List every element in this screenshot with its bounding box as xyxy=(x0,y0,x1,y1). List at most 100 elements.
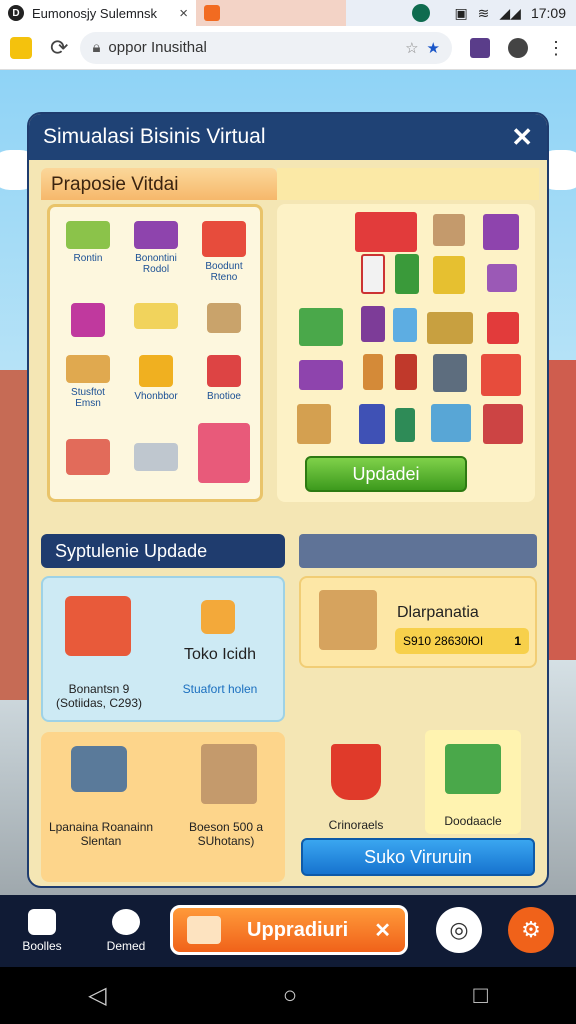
lock-icon: 🔒︎ xyxy=(92,39,101,56)
item-grid: Rontin Bonontini Rodol Boodunt Rteno Stu… xyxy=(47,204,263,502)
tab-close-icon[interactable]: × xyxy=(179,5,188,22)
notification-icon: ▣ xyxy=(454,4,468,21)
kiosk-icon xyxy=(483,214,519,250)
book-icon xyxy=(134,303,178,329)
grid-item[interactable]: Bonontini Rodol xyxy=(126,221,186,275)
grid-item[interactable] xyxy=(194,303,254,337)
browser-tab-bar: D Eumonosjy Sulemnsk × ▣ ≋ ◢◢ 17:09 xyxy=(0,0,576,26)
omnibox[interactable]: 🔒︎ oppor Inusithal ☆ ★ xyxy=(80,31,452,64)
register-box-icon xyxy=(65,596,131,656)
wifi-icon: ≋ xyxy=(477,4,490,21)
url-bar: ⟳ 🔒︎ oppor Inusithal ☆ ★ ⋮ xyxy=(0,26,576,70)
section-bar xyxy=(277,168,539,200)
bottle-icon xyxy=(363,354,383,390)
extension-icon[interactable] xyxy=(470,37,490,58)
booth-icon xyxy=(483,404,523,444)
simulation-panel: Simualasi Bisinis Virtual ✕ Praposie Vit… xyxy=(27,112,549,888)
market-stand-icon xyxy=(431,404,471,442)
grid-item[interactable]: Stusftot Emsn xyxy=(58,355,118,409)
browser-tab[interactable]: D Eumonosjy Sulemnsk × xyxy=(0,0,196,26)
panel-close-button[interactable]: ✕ xyxy=(511,122,533,153)
vending-icon xyxy=(433,256,465,294)
browser-tab-2[interactable] xyxy=(196,0,346,26)
basket-label: Doodaacle xyxy=(444,814,502,828)
grid-item[interactable] xyxy=(58,303,118,341)
jar-icon xyxy=(361,306,385,342)
scale-icon xyxy=(66,355,110,383)
back-icon[interactable]: ◁ xyxy=(88,981,106,1010)
shelf-icon xyxy=(395,254,419,294)
nav-item-2[interactable]: Demed xyxy=(84,909,168,953)
bag-icon xyxy=(71,303,105,337)
reload-icon[interactable]: ⟳ xyxy=(50,35,68,61)
nav-item-2-label: Demed xyxy=(106,939,146,953)
clock-text: 17:09 xyxy=(530,5,566,21)
panel-title: Simualasi Bisinis Virtual xyxy=(43,125,266,148)
grid-item[interactable] xyxy=(126,443,186,475)
store-button[interactable]: Suko Viruruin xyxy=(301,838,535,876)
fruit-bucket-icon xyxy=(331,744,381,800)
grid-item-label: Rontin xyxy=(73,253,103,264)
section-title-proposal: Praposie Vitdai xyxy=(41,168,277,200)
home-circle-icon[interactable]: ○ xyxy=(283,982,298,1010)
cash-box-icon xyxy=(299,360,343,390)
basket-icon xyxy=(299,308,343,346)
settings-button[interactable]: ⚙ xyxy=(508,907,554,953)
gift-icon xyxy=(487,312,519,344)
recents-icon[interactable]: □ xyxy=(473,982,488,1010)
grid-item-label: Stusftot Emsn xyxy=(71,387,105,409)
package-icon xyxy=(487,264,517,292)
box-icon xyxy=(66,221,110,249)
basket-card[interactable]: Doodaacle xyxy=(425,730,521,834)
section-bar-2 xyxy=(299,534,537,568)
coupon-icon xyxy=(187,916,221,944)
store-label: Bonantsn 9 (Sotiidas, C293) xyxy=(55,682,143,710)
grid-item[interactable]: Boodunt Rteno xyxy=(194,221,254,283)
bottom-toolbar: Boolles Demed Uppradiuri ✕ ◎ ⚙ xyxy=(0,895,576,967)
signal-icon: ◢◢ xyxy=(499,4,521,21)
store-link[interactable]: Stuafort holen xyxy=(165,682,275,696)
home-icon[interactable] xyxy=(10,36,32,59)
grid-item[interactable] xyxy=(194,423,254,487)
basket-icon xyxy=(445,744,501,794)
bookmark-icon[interactable]: ★ xyxy=(427,39,440,57)
balance-value: S910 28630ЮI xyxy=(403,634,484,648)
upgrade-item-2: Boeson 500 a SUhotans) xyxy=(188,820,264,848)
balance-value-box: S910 28630ЮI 1 xyxy=(395,628,529,654)
menu-icon[interactable]: ⋮ xyxy=(546,38,566,58)
update-button[interactable]: Updadei xyxy=(305,456,467,492)
tab-favicon-icon: D xyxy=(8,5,24,21)
fruit-label: Crinoraels xyxy=(328,818,384,832)
url-text[interactable]: oppor Inusithal xyxy=(108,39,405,56)
box-nav-icon xyxy=(28,909,56,935)
store-title: Toko Icidh xyxy=(183,646,257,663)
product-box-icon xyxy=(139,355,173,387)
upgrade-close-icon[interactable]: ✕ xyxy=(374,918,391,943)
account-icon[interactable] xyxy=(508,37,528,58)
shield-bag-icon xyxy=(359,404,385,444)
grid-item[interactable] xyxy=(58,439,118,479)
upgrade-label: Uppradiuri xyxy=(247,918,349,941)
grid-item[interactable]: Bnotioe xyxy=(194,355,254,402)
plant-box-icon xyxy=(207,355,241,387)
register-icon xyxy=(134,221,178,249)
phone-icon xyxy=(393,308,417,342)
star-icon[interactable]: ☆ xyxy=(405,39,418,57)
store-card[interactable]: Toko Icidh Bonantsn 9 (Sotiidas, C293) S… xyxy=(41,576,285,722)
grid-item-label: Bonontini Rodol xyxy=(135,253,177,275)
grid-item-label: Bnotioe xyxy=(207,391,241,402)
compass-button[interactable]: ◎ xyxy=(436,907,482,953)
grid-item[interactable]: Vhonbbor xyxy=(126,355,186,402)
upgrade-button[interactable]: Uppradiuri ✕ xyxy=(170,905,408,955)
game-scene: Simualasi Bisinis Virtual ✕ Praposie Vit… xyxy=(0,70,576,895)
bread-box-icon xyxy=(297,404,331,444)
grid-item[interactable]: Rontin xyxy=(58,221,118,264)
nav-item-1[interactable]: Boolles xyxy=(0,909,84,953)
grid-item[interactable] xyxy=(126,303,186,333)
android-nav-bar: ◁ ○ □ xyxy=(0,967,576,1024)
tab2-favicon-icon xyxy=(204,5,220,21)
crate-icon xyxy=(207,303,241,333)
grid-item-label: Vhonbbor xyxy=(134,391,178,402)
tab-title: Eumonosjy Sulemnsk xyxy=(32,5,157,21)
produce-crate-icon xyxy=(427,312,473,344)
